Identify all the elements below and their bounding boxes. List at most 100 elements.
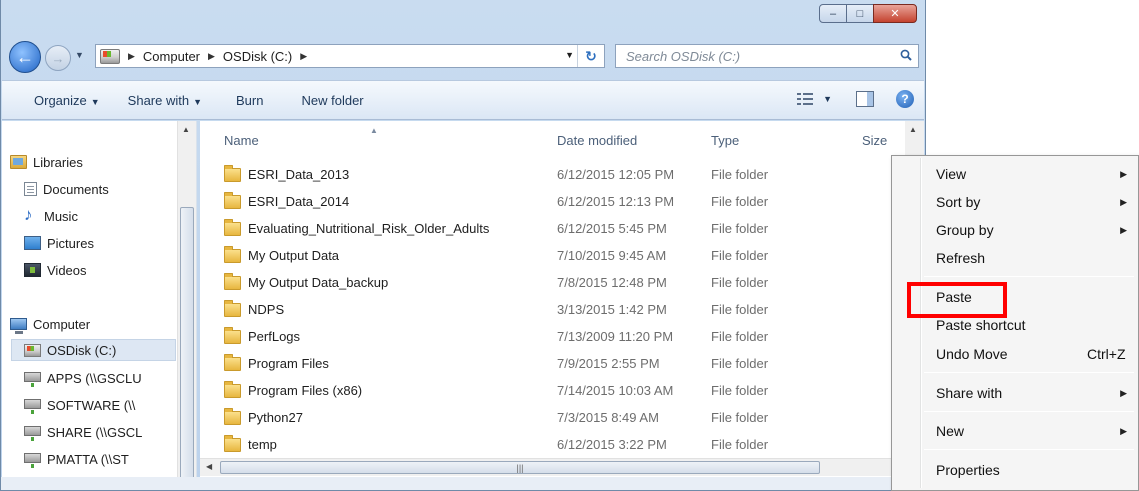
file-date-modified: 7/8/2015 12:48 PM — [557, 275, 667, 290]
file-row[interactable]: Python27 7/3/2015 8:49 AM File folder — [200, 404, 900, 431]
recent-pages-dropdown[interactable]: ▼ — [75, 50, 84, 60]
burn-button[interactable]: Burn — [216, 93, 277, 108]
preview-pane-icon[interactable] — [856, 91, 874, 107]
menu-item-properties[interactable]: Properties — [894, 457, 1136, 483]
folder-icon — [224, 407, 241, 425]
caption-buttons: – □ ✕ — [819, 4, 917, 23]
menu-item-label: View — [936, 166, 967, 182]
sidebar-item-label: Pictures — [47, 235, 94, 251]
folder-icon — [224, 272, 241, 290]
close-button[interactable]: ✕ — [873, 4, 917, 23]
menu-item-label: Paste shortcut — [936, 317, 1026, 333]
scroll-up-icon[interactable]: ▲ — [182, 125, 190, 134]
menu-item-share-with[interactable]: Share with ▶ — [894, 380, 1136, 406]
sidebar-item-pictures[interactable]: Pictures — [24, 232, 196, 254]
file-type: File folder — [711, 248, 769, 263]
back-button[interactable]: ← — [9, 41, 41, 73]
navigation-pane-scrollbar[interactable]: ▲ ▼ — [177, 121, 196, 490]
search-icon[interactable] — [900, 49, 912, 61]
menu-item-label: Sort by — [936, 194, 981, 210]
menu-item-label: Share with — [936, 385, 1003, 401]
sidebar-item-label: OSDisk (C:) — [47, 342, 117, 358]
breadcrumb-computer[interactable]: Computer — [143, 49, 200, 64]
folder-icon — [224, 380, 241, 398]
refresh-button[interactable]: ↻ — [577, 45, 604, 67]
scroll-thumb[interactable]: ||| — [220, 461, 820, 474]
file-row[interactable]: Program Files 7/9/2015 2:55 PM File fold… — [200, 350, 900, 377]
maximize-button[interactable]: □ — [846, 4, 874, 23]
organize-button[interactable]: Organize ▼ — [2, 93, 114, 108]
menu-item-label: Undo Move — [936, 346, 1008, 362]
sidebar-item-videos[interactable]: Videos — [24, 259, 196, 281]
chevron-right-icon[interactable]: ▶ — [128, 51, 135, 62]
menu-item-new[interactable]: New ▶ — [894, 418, 1136, 444]
file-row[interactable]: ESRI_Data_2014 6/12/2015 12:13 PM File f… — [200, 188, 900, 215]
sidebar-item-computer[interactable]: Computer — [10, 313, 188, 335]
menu-item-shortcut: Ctrl+Z — [1087, 346, 1126, 362]
file-row[interactable]: My Output Data_backup 7/8/2015 12:48 PM … — [200, 269, 900, 296]
address-bar[interactable]: ▶ Computer ▶ OSDisk (C:) ▶ ▼ ↻ — [95, 44, 605, 68]
file-row[interactable]: PerfLogs 7/13/2009 11:20 PM File folder — [200, 323, 900, 350]
share-with-button[interactable]: Share with ▼ — [114, 93, 216, 108]
sidebar-item-share[interactable]: SHARE (\\GSCL — [24, 421, 176, 443]
scroll-thumb[interactable] — [180, 207, 194, 490]
menu-item-view[interactable]: View ▶ — [894, 161, 1136, 187]
file-row[interactable]: temp 6/12/2015 3:22 PM File folder — [200, 431, 900, 458]
sidebar-item-osdisk[interactable]: OSDisk (C:) — [11, 339, 176, 361]
menu-item-label: Properties — [936, 462, 1000, 478]
file-list-horizontal-scrollbar[interactable]: ◀ ||| — [200, 458, 905, 476]
file-row[interactable]: Evaluating_Nutritional_Risk_Older_Adults… — [200, 215, 900, 242]
file-name: Program Files (x86) — [248, 383, 363, 398]
file-type: File folder — [711, 356, 769, 371]
menu-separator — [924, 449, 1134, 450]
drive-icon — [100, 48, 120, 64]
breadcrumb-osdisk[interactable]: OSDisk (C:) — [223, 49, 292, 64]
details-pane — [1, 477, 925, 490]
menu-separator — [924, 411, 1134, 412]
change-view-icon[interactable] — [797, 92, 816, 106]
folder-icon — [224, 164, 241, 182]
help-icon[interactable]: ? — [896, 90, 914, 108]
sidebar-item-apps[interactable]: APPS (\\GSCLU — [24, 367, 176, 389]
column-header-type[interactable]: Type — [711, 126, 739, 154]
menu-item-group-by[interactable]: Group by ▶ — [894, 217, 1136, 243]
sidebar-item-pmatta[interactable]: PMATTA (\\ST — [24, 448, 176, 470]
minimize-button[interactable]: – — [819, 4, 847, 23]
chevron-right-icon[interactable]: ▶ — [300, 51, 307, 62]
sidebar-item-label: PMATTA (\\ST — [47, 451, 129, 467]
sidebar-item-documents[interactable]: Documents — [24, 178, 196, 200]
chevron-down-icon[interactable]: ▼ — [823, 94, 832, 104]
file-type: File folder — [711, 167, 769, 182]
file-type: File folder — [711, 302, 769, 317]
file-row[interactable]: ESRI_Data_2013 6/12/2015 12:05 PM File f… — [200, 161, 900, 188]
menu-item-refresh[interactable]: Refresh — [894, 245, 1136, 271]
address-dropdown[interactable]: ▼ — [565, 50, 574, 60]
scroll-left-icon[interactable]: ◀ — [206, 462, 212, 471]
file-row[interactable]: Program Files (x86) 7/14/2015 10:03 AM F… — [200, 377, 900, 404]
menu-item-label: Group by — [936, 222, 994, 238]
file-name: My Output Data_backup — [248, 275, 389, 290]
file-date-modified: 6/12/2015 12:05 PM — [557, 167, 675, 182]
menu-item-undo-move[interactable]: Undo Move Ctrl+Z — [894, 341, 1136, 367]
scroll-up-icon[interactable]: ▲ — [909, 125, 917, 134]
sidebar-item-libraries[interactable]: Libraries — [10, 151, 188, 173]
file-type: File folder — [711, 194, 769, 209]
chevron-right-icon[interactable]: ▶ — [208, 51, 215, 62]
file-type: File folder — [711, 221, 769, 236]
sidebar-item-music[interactable]: Music — [24, 205, 196, 227]
sidebar-item-software[interactable]: SOFTWARE (\\ — [24, 394, 176, 416]
search-input[interactable]: Search OSDisk (C:) — [615, 44, 919, 68]
file-row[interactable]: NDPS 3/13/2015 1:42 PM File folder — [200, 296, 900, 323]
pictures-icon — [24, 236, 41, 250]
file-date-modified: 6/12/2015 12:13 PM — [557, 194, 675, 209]
column-header-name[interactable]: Name ▲ — [224, 126, 378, 154]
sidebar-item-label: Computer — [33, 316, 91, 332]
column-header-size[interactable]: Size — [862, 126, 887, 154]
column-header-date-modified[interactable]: Date modified — [557, 126, 637, 154]
file-name: Evaluating_Nutritional_Risk_Older_Adults — [248, 221, 490, 236]
new-folder-button[interactable]: New folder — [277, 93, 377, 108]
file-name: ESRI_Data_2013 — [248, 167, 350, 182]
file-row[interactable]: My Output Data 7/10/2015 9:45 AM File fo… — [200, 242, 900, 269]
menu-item-sort-by[interactable]: Sort by ▶ — [894, 189, 1136, 215]
forward-button[interactable]: → — [45, 45, 71, 71]
